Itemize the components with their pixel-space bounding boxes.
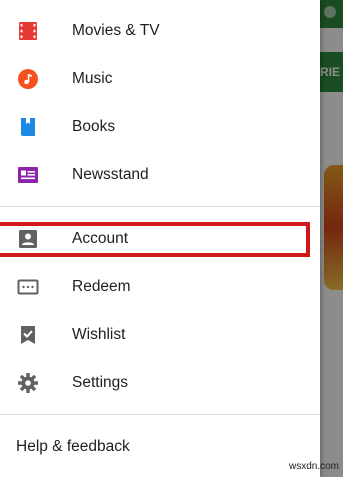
wishlist-icon [21,326,35,344]
drawer-item-books[interactable]: Books [0,103,320,151]
drawer-item-redeem[interactable]: Redeem [0,263,320,311]
drawer-item-label: Books [72,118,116,135]
drawer-divider [0,206,320,207]
help-feedback-link[interactable]: Help & feedback [16,423,130,471]
drawer-item-label: Redeem [72,278,131,295]
music-icon [18,69,38,89]
drawer-item-label: Settings [72,374,129,391]
drawer-item-label: Movies & TV [72,22,160,39]
drawer-item-newsstand[interactable]: Newsstand [0,151,320,199]
drawer-divider [0,414,320,415]
account-highlight-box [0,222,310,257]
redeem-icon [17,279,39,295]
newsstand-icon [18,167,38,183]
drawer-item-wishlist[interactable]: Wishlist [0,311,320,359]
settings-icon [18,373,38,393]
navigation-drawer: Movies & TV Music Books Newsstand Accoun… [0,0,320,477]
books-icon [21,118,35,136]
drawer-item-settings[interactable]: Settings [0,359,320,407]
watermark: wsxdn.com [288,461,339,472]
drawer-item-label: Newsstand [72,166,149,183]
drawer-scrim[interactable] [320,0,343,477]
drawer-item-label: Wishlist [72,326,126,343]
drawer-item-music[interactable]: Music [0,55,320,103]
movies-tv-icon [19,22,37,40]
drawer-item-movies-tv[interactable]: Movies & TV [0,7,320,55]
drawer-item-label: Music [72,70,113,87]
